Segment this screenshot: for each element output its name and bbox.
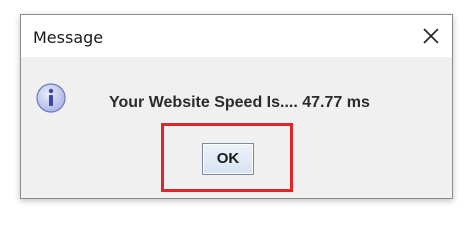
screenshot-canvas: Message Your Website Speed Is.... 47.77 … (0, 0, 474, 234)
dialog-content: Your Website Speed Is.... 47.77 ms OK (21, 57, 452, 198)
dialog-titlebar[interactable]: Message (21, 15, 452, 57)
dialog-title: Message (33, 28, 104, 47)
message-text: Your Website Speed Is.... 47.77 ms (109, 94, 370, 111)
message-dialog: Message Your Website Speed Is.... 47.77 … (20, 14, 453, 199)
close-button[interactable] (418, 23, 444, 49)
ok-button[interactable]: OK (202, 143, 254, 175)
info-icon (36, 83, 66, 113)
close-icon (423, 28, 439, 44)
